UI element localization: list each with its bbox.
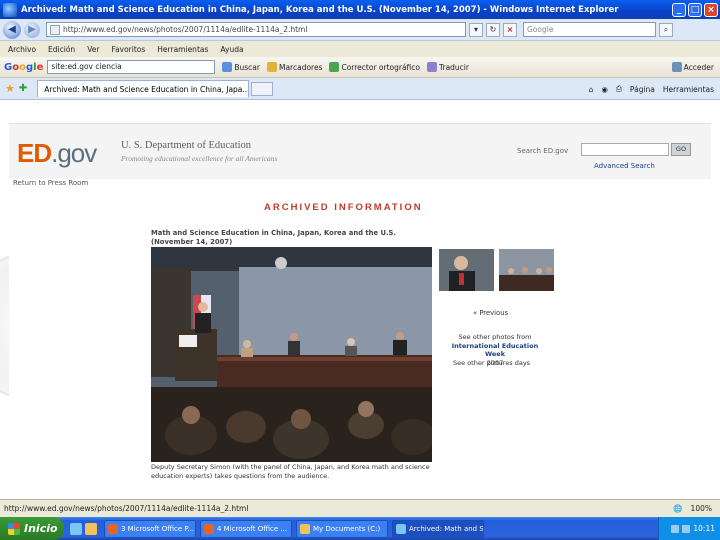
ie-app-icon bbox=[3, 2, 17, 17]
previous-link[interactable]: « Previous bbox=[473, 309, 508, 317]
folder-icon bbox=[300, 523, 310, 534]
powerpoint-icon bbox=[108, 523, 118, 534]
status-bar: http://www.ed.gov/news/photos/2007/1114a… bbox=[0, 499, 720, 517]
search-icon[interactable]: ⌕ bbox=[659, 22, 673, 37]
see-other-label: See other photos from bbox=[458, 333, 532, 341]
return-to-press-room-link[interactable]: Return to Press Room bbox=[13, 179, 88, 187]
windows-taskbar: Inicio 3 Microsoft Office P... 4 Microso… bbox=[0, 517, 720, 540]
browser-viewport: ED.gov U. S. Department of Education Pro… bbox=[0, 101, 720, 499]
window-title: Archived: Math and Science Education in … bbox=[21, 4, 619, 15]
google-toolbar-search-input[interactable]: site:ed.gov ciencia bbox=[47, 60, 216, 74]
network-icon[interactable] bbox=[671, 524, 680, 533]
favorites-star-icon[interactable]: ★ bbox=[5, 82, 15, 95]
thumbnail-photo-2[interactable] bbox=[499, 249, 554, 291]
spellcheck-button[interactable]: Corrector ortográfico bbox=[329, 62, 420, 72]
archived-banner: ARCHIVED INFORMATION bbox=[264, 202, 423, 213]
internet-zone-icon: 🌐 bbox=[673, 504, 683, 513]
site-search-go-button[interactable]: GO bbox=[671, 143, 691, 156]
page-menu[interactable]: Página bbox=[630, 85, 655, 94]
ie-icon bbox=[396, 523, 406, 534]
thumbnail-photo-1[interactable] bbox=[439, 249, 494, 291]
event-link[interactable]: International Education Week bbox=[452, 342, 538, 359]
taskbar-item-ie[interactable]: Archived: Math and S... bbox=[392, 519, 484, 538]
back-button[interactable]: ◀ bbox=[3, 20, 21, 39]
windows-flag-icon bbox=[8, 522, 20, 535]
address-dropdown-button[interactable]: ▾ bbox=[469, 22, 483, 37]
bookmarks-button[interactable]: Marcadores bbox=[266, 62, 322, 72]
signin-button[interactable]: Acceder bbox=[671, 62, 714, 72]
advanced-search-link[interactable]: Advanced Search bbox=[594, 162, 655, 170]
home-icon[interactable]: ⌂ bbox=[589, 85, 594, 94]
main-event-photo bbox=[151, 247, 432, 462]
site-header: ED.gov U. S. Department of Education Pro… bbox=[9, 123, 711, 179]
event-photo-illustration bbox=[151, 247, 432, 462]
page-icon bbox=[50, 24, 60, 35]
google-search-button[interactable]: Buscar bbox=[222, 62, 260, 72]
tab-title: Archived: Math and Science Education in … bbox=[44, 84, 250, 94]
system-tray: 10:11 bbox=[658, 517, 720, 540]
menu-bar: Archivo Edición Ver Favoritos Herramient… bbox=[0, 41, 720, 57]
page-content: ED.gov U. S. Department of Education Pro… bbox=[9, 123, 711, 499]
site-search-input[interactable] bbox=[581, 143, 669, 156]
menu-edicion[interactable]: Edición bbox=[48, 45, 75, 54]
status-url: http://www.ed.gov/news/photos/2007/1114a… bbox=[4, 504, 249, 513]
tab-row: ★ ✚ Archived: Math and Science Education… bbox=[0, 78, 720, 100]
address-url: http://www.ed.gov/news/photos/2007/1114a… bbox=[63, 25, 308, 34]
zoom-level[interactable]: 100% bbox=[691, 504, 712, 513]
tools-menu[interactable]: Herramientas bbox=[663, 85, 714, 94]
address-bar-row: ◀ ▶ http://www.ed.gov/news/photos/2007/1… bbox=[0, 19, 720, 41]
maximize-button[interactable]: □ bbox=[688, 2, 702, 17]
feeds-icon[interactable]: ◉ bbox=[601, 85, 608, 94]
google-toolbar: Google site:ed.gov ciencia Buscar Marcad… bbox=[0, 57, 720, 78]
print-icon[interactable]: ⎙ bbox=[616, 84, 622, 94]
user-icon bbox=[671, 62, 682, 72]
stop-button[interactable]: × bbox=[503, 22, 517, 37]
site-search-label: Search ED.gov bbox=[517, 147, 569, 155]
taskbar-item-powerpoint-1[interactable]: 3 Microsoft Office P... bbox=[104, 519, 196, 538]
taskbar-item-explorer[interactable]: My Documents (C:) bbox=[296, 519, 388, 538]
panel-thumbnail bbox=[499, 249, 554, 291]
translate-icon bbox=[427, 62, 437, 72]
quick-launch bbox=[70, 522, 100, 535]
menu-favoritos[interactable]: Favoritos bbox=[111, 45, 145, 54]
browser-search-input[interactable]: Google bbox=[523, 22, 656, 37]
article-title: Math and Science Education in China, Jap… bbox=[151, 229, 397, 246]
close-button[interactable]: × bbox=[704, 2, 718, 17]
menu-ver[interactable]: Ver bbox=[87, 45, 99, 54]
forward-button[interactable]: ▶ bbox=[24, 21, 40, 38]
see-all-pictures-link[interactable]: See other pictures days bbox=[453, 359, 530, 367]
ie-quicklaunch-icon[interactable] bbox=[70, 522, 82, 535]
add-favorites-icon[interactable]: ✚ bbox=[19, 83, 27, 94]
new-tab-button[interactable] bbox=[251, 81, 274, 96]
powerpoint-icon bbox=[204, 523, 214, 534]
minimize-button[interactable]: _ bbox=[672, 2, 686, 17]
speaker-thumbnail bbox=[439, 249, 494, 291]
menu-herramientas[interactable]: Herramientas bbox=[157, 45, 208, 54]
photo-caption: Deputy Secretary Simon (with the panel o… bbox=[151, 463, 430, 480]
menu-archivo[interactable]: Archivo bbox=[8, 45, 36, 54]
google-logo: Google bbox=[4, 61, 44, 73]
ed-gov-logo[interactable]: ED.gov bbox=[17, 138, 97, 169]
check-icon bbox=[329, 62, 340, 72]
menu-ayuda[interactable]: Ayuda bbox=[220, 45, 243, 54]
search-icon bbox=[222, 62, 233, 72]
department-name: U. S. Department of Education bbox=[121, 140, 252, 151]
star-icon bbox=[266, 62, 277, 72]
folder-quicklaunch-icon[interactable] bbox=[85, 522, 97, 535]
command-bar: ⌂ ◉ ⎙ Página Herramientas bbox=[581, 78, 714, 100]
tab-archived[interactable]: Archived: Math and Science Education in … bbox=[37, 80, 250, 97]
window-titlebar: Archived: Math and Science Education in … bbox=[0, 0, 720, 19]
clock: 10:11 bbox=[693, 524, 715, 533]
translate-button[interactable]: Traducir bbox=[427, 62, 469, 72]
taskbar-item-powerpoint-2[interactable]: 4 Microsoft Office ... bbox=[200, 519, 292, 538]
department-tagline: Promoting educational excellence for all… bbox=[121, 154, 278, 163]
volume-icon[interactable] bbox=[682, 524, 691, 533]
start-button[interactable]: Inicio bbox=[0, 517, 64, 540]
address-input[interactable]: http://www.ed.gov/news/photos/2007/1114a… bbox=[46, 22, 466, 37]
refresh-button[interactable]: ↻ bbox=[486, 22, 500, 37]
